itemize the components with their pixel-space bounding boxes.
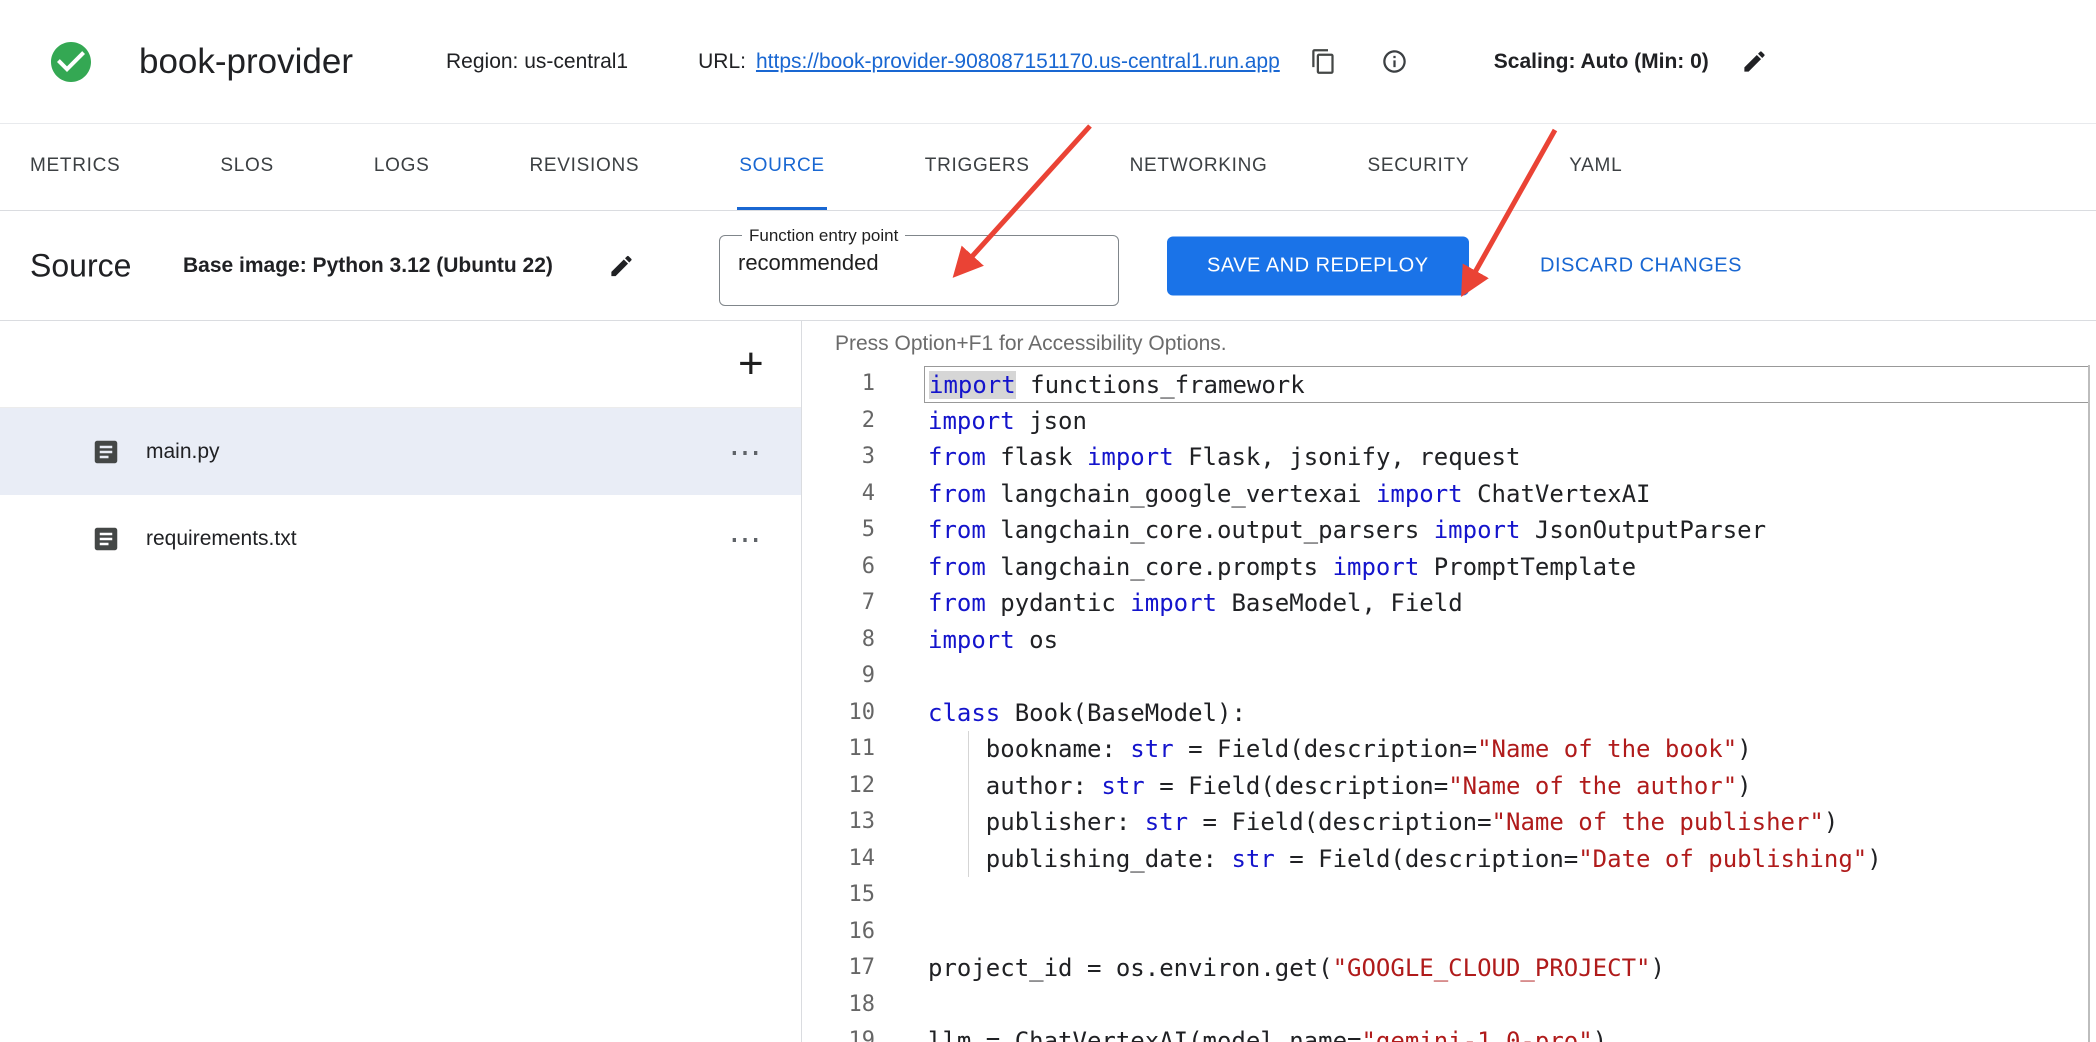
source-section-title: Source [30, 247, 131, 284]
more-options-icon[interactable]: ⋯ [729, 436, 761, 468]
add-file-button[interactable]: + [738, 342, 764, 386]
save-and-redeploy-button[interactable]: SAVE AND REDEPLOY [1167, 236, 1469, 295]
tab-security[interactable]: SECURITY [1366, 124, 1472, 210]
discard-changes-button[interactable]: DISCARD CHANGES [1540, 254, 1742, 277]
tab-metrics[interactable]: METRICS [28, 124, 122, 210]
tab-triggers[interactable]: TRIGGERS [923, 124, 1032, 210]
tab-bar: METRICS SLOS LOGS REVISIONS SOURCE TRIGGERS NE… [0, 124, 2096, 211]
line-number: 1 [802, 366, 875, 403]
document-icon [91, 437, 121, 467]
line-number: 18 [802, 987, 875, 1024]
file-panel-toolbar: + [0, 321, 801, 408]
function-entry-point-field: Function entry point [719, 226, 1119, 306]
tab-logs[interactable]: LOGS [372, 124, 432, 210]
code-line-3[interactable]: 3from flask import Flask, jsonify, reque… [802, 439, 2096, 476]
file-row-requirements.txt[interactable]: requirements.txt ⋯ [0, 495, 801, 582]
copy-url-button[interactable] [1310, 48, 1337, 75]
edit-scaling-button[interactable] [1741, 48, 1768, 75]
code-line-17[interactable]: 17project_id = os.environ.get("GOOGLE_CL… [802, 950, 2096, 987]
accessibility-hint: Press Option+F1 for Accessibility Option… [835, 332, 1227, 356]
tab-networking[interactable]: NETWORKING [1128, 124, 1270, 210]
line-number: 19 [802, 1023, 875, 1042]
line-number: 16 [802, 914, 875, 951]
code-editor[interactable]: Press Option+F1 for Accessibility Option… [802, 321, 2096, 1042]
code-line-19[interactable]: 19llm = ChatVertexAI(model_name="gemini-… [802, 1023, 2096, 1042]
pencil-icon [1741, 48, 1768, 75]
service-header: book-provider Region: us-central1 URL: h… [0, 0, 2096, 124]
editor-scrollbar[interactable] [2088, 365, 2090, 1042]
line-number: 13 [802, 804, 875, 841]
code-line-15[interactable]: 15 [802, 877, 2096, 914]
code-line-6[interactable]: 6from langchain_core.prompts import Prom… [802, 549, 2096, 586]
code-lines: 1import functions_framework2import json3… [802, 366, 2096, 1042]
code-line-16[interactable]: 16 [802, 914, 2096, 951]
tab-source[interactable]: SOURCE [737, 124, 827, 210]
code-line-5[interactable]: 5from langchain_core.output_parsers impo… [802, 512, 2096, 549]
file-list: main.py ⋯ requirements.txt ⋯ [0, 408, 801, 582]
edit-base-image-button[interactable] [608, 252, 635, 279]
region-label: Region: us-central1 [446, 50, 628, 74]
service-title: book-provider [139, 42, 353, 82]
line-number: 15 [802, 877, 875, 914]
code-line-4[interactable]: 4from langchain_google_vertexai import C… [802, 476, 2096, 513]
code-line-1[interactable]: 1import functions_framework [802, 366, 2096, 403]
code-line-13[interactable]: 13 publisher: str = Field(description="N… [802, 804, 2096, 841]
entry-point-label: Function entry point [742, 226, 905, 246]
line-number: 8 [802, 622, 875, 659]
service-url-link[interactable]: https://book-provider-908087151170.us-ce… [756, 50, 1280, 74]
line-number: 2 [802, 403, 875, 440]
file-name: main.py [146, 440, 220, 464]
code-line-7[interactable]: 7from pydantic import BaseModel, Field [802, 585, 2096, 622]
file-panel: + main.py ⋯ requirements.txt ⋯ [0, 321, 802, 1042]
source-toolbar: Source Base image: Python 3.12 (Ubuntu 2… [0, 211, 2096, 321]
code-line-11[interactable]: 11 bookname: str = Field(description="Na… [802, 731, 2096, 768]
code-line-2[interactable]: 2import json [802, 403, 2096, 440]
file-name: requirements.txt [146, 527, 297, 551]
code-line-14[interactable]: 14 publishing_date: str = Field(descript… [802, 841, 2096, 878]
base-image-label: Base image: Python 3.12 (Ubuntu 22) [183, 254, 553, 278]
line-number: 17 [802, 950, 875, 987]
line-number: 14 [802, 841, 875, 878]
document-icon [91, 524, 121, 554]
status-check-icon [47, 38, 95, 86]
line-number: 12 [802, 768, 875, 805]
code-line-18[interactable]: 18 [802, 987, 2096, 1024]
code-line-12[interactable]: 12 author: str = Field(description="Name… [802, 768, 2096, 805]
entry-point-input[interactable] [738, 246, 1100, 290]
url-group: URL: https://book-provider-908087151170.… [698, 50, 1280, 74]
line-number: 3 [802, 439, 875, 476]
file-row-main.py[interactable]: main.py ⋯ [0, 408, 801, 495]
main-area: + main.py ⋯ requirements.txt ⋯ Press Option… [0, 321, 2096, 1042]
line-number: 4 [802, 476, 875, 513]
tab-slos[interactable]: SLOS [218, 124, 276, 210]
tab-revisions[interactable]: REVISIONS [528, 124, 642, 210]
line-number: 7 [802, 585, 875, 622]
url-info-button[interactable] [1381, 48, 1408, 75]
copy-icon [1310, 48, 1337, 75]
line-number: 9 [802, 658, 875, 695]
line-number: 6 [802, 549, 875, 586]
line-number: 11 [802, 731, 875, 768]
tab-yaml[interactable]: YAML [1567, 124, 1624, 210]
pencil-icon [608, 252, 635, 279]
scaling-label: Scaling: Auto (Min: 0) [1494, 50, 1709, 74]
line-number: 10 [802, 695, 875, 732]
url-label: URL: [698, 50, 746, 74]
code-line-9[interactable]: 9 [802, 658, 2096, 695]
code-line-8[interactable]: 8import os [802, 622, 2096, 659]
line-number: 5 [802, 512, 875, 549]
info-icon [1381, 48, 1408, 75]
more-options-icon[interactable]: ⋯ [729, 523, 761, 555]
code-line-10[interactable]: 10class Book(BaseModel): [802, 695, 2096, 732]
